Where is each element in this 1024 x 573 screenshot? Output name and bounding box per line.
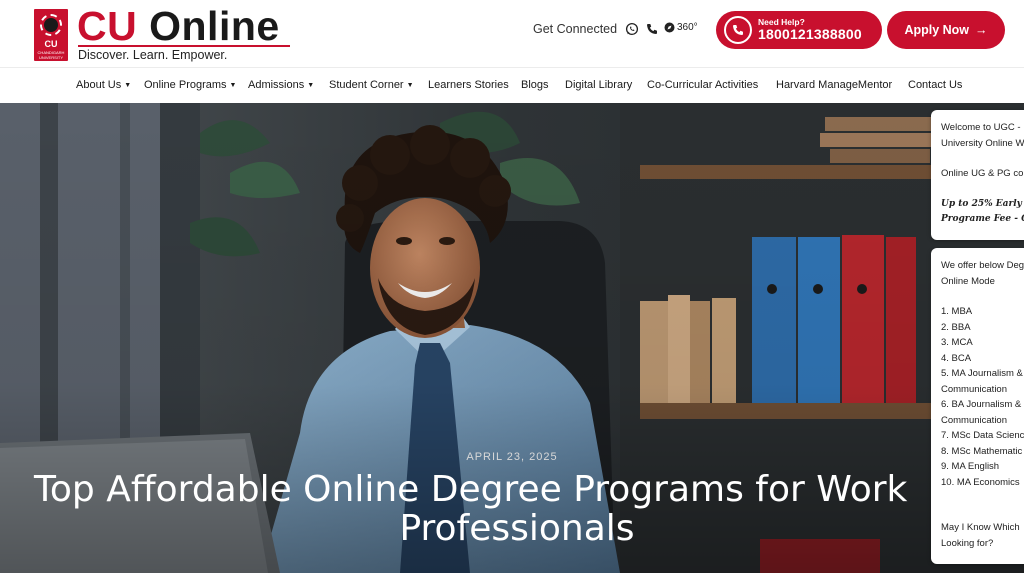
nav-item-student-corner[interactable]: Student Corner ▼ [329, 79, 414, 91]
list-item: 9. MA English [941, 461, 1000, 472]
nav-item-harvard-managementor[interactable]: Harvard ManageMentor [776, 79, 892, 91]
list-item: 6. BA Journalism & [941, 399, 1022, 410]
list-item: 10. MA Economics [941, 476, 1020, 488]
logo-tagline: Discover. Learn. Empower. [78, 48, 228, 62]
nav-item-online-programs[interactable]: Online Programs ▼ [144, 79, 236, 91]
logo-wordmark[interactable]: CU Online [77, 4, 280, 48]
logo-cu: CU [77, 3, 138, 49]
emblem-text: CU [44, 39, 58, 49]
helpline-number: 1800121388800 [758, 26, 862, 42]
list-item: 5. MA Journalism & [941, 368, 1023, 379]
post-title-line-1: Top Affordable Online Degree Programs fo… [34, 469, 908, 510]
need-help-call-button[interactable]: Need Help? 1800121388800 [716, 11, 882, 49]
nav-item-learners-stories[interactable]: Learners Stories [428, 79, 509, 91]
list-item: 4. BCA [941, 352, 972, 364]
apply-now-label: Apply Now [904, 23, 970, 37]
caret-down-icon: ▼ [229, 82, 237, 89]
site-header: CU CHANDIGARH UNIVERSITY CU Online Disco… [0, 0, 1024, 67]
emblem-small-text: CHANDIGARH UNIVERSITY [37, 50, 65, 60]
nav-item-about-us[interactable]: About Us ▼ [76, 79, 131, 91]
view-360-link[interactable]: 360° [664, 22, 698, 33]
logo-underline [78, 45, 290, 47]
logo-online: Online [149, 3, 280, 49]
university-emblem-logo[interactable]: CU CHANDIGARH UNIVERSITY [34, 9, 68, 61]
caret-down-icon: ▼ [124, 82, 132, 89]
caret-down-icon: ▼ [307, 82, 315, 89]
list-item: 8. MSc Mathematic [941, 445, 1023, 457]
apply-now-button[interactable]: Apply Now → [887, 11, 1005, 49]
caret-down-icon: ▼ [406, 82, 414, 89]
list-item: 2. BBA [941, 321, 971, 333]
arrow-right-icon: → [975, 23, 988, 37]
nav-item-co-curricular[interactable]: Co-Curricular Activities [647, 79, 758, 91]
list-item: 1. MBA [941, 306, 973, 317]
chat-welcome-message[interactable]: Welcome to UGC - University Online W Onl… [931, 110, 1024, 240]
compass-icon [664, 22, 675, 33]
list-item: 7. MSc Data Scienc [941, 430, 1024, 441]
whatsapp-icon[interactable] [625, 22, 639, 36]
list-item: Communication [941, 383, 1007, 395]
phone-icon[interactable] [645, 22, 659, 36]
view-360-label: 360° [677, 22, 698, 33]
phone-call-icon [724, 16, 752, 44]
list-item: 3. MCA [941, 337, 973, 348]
post-title-line-2: Professionals [399, 508, 635, 549]
get-connected-label: Get Connected [533, 22, 618, 36]
main-navigation: About Us ▼ Online Programs ▼ Admissions ▼ S… [0, 67, 1024, 103]
nav-item-admissions[interactable]: Admissions ▼ [248, 79, 314, 91]
nav-item-blogs[interactable]: Blogs [521, 79, 549, 91]
nav-item-contact-us[interactable]: Contact Us [908, 79, 962, 91]
chat-programs-message[interactable]: We offer below Deg Online Mode 1. MBA 2.… [931, 248, 1024, 564]
post-date: APRIL 23, 2025 [466, 451, 558, 463]
nav-item-digital-library[interactable]: Digital Library [565, 79, 632, 91]
list-item: Communication [941, 414, 1007, 426]
hero-banner: APRIL 23, 2025 Top Affordable Online Deg… [0, 103, 1024, 573]
